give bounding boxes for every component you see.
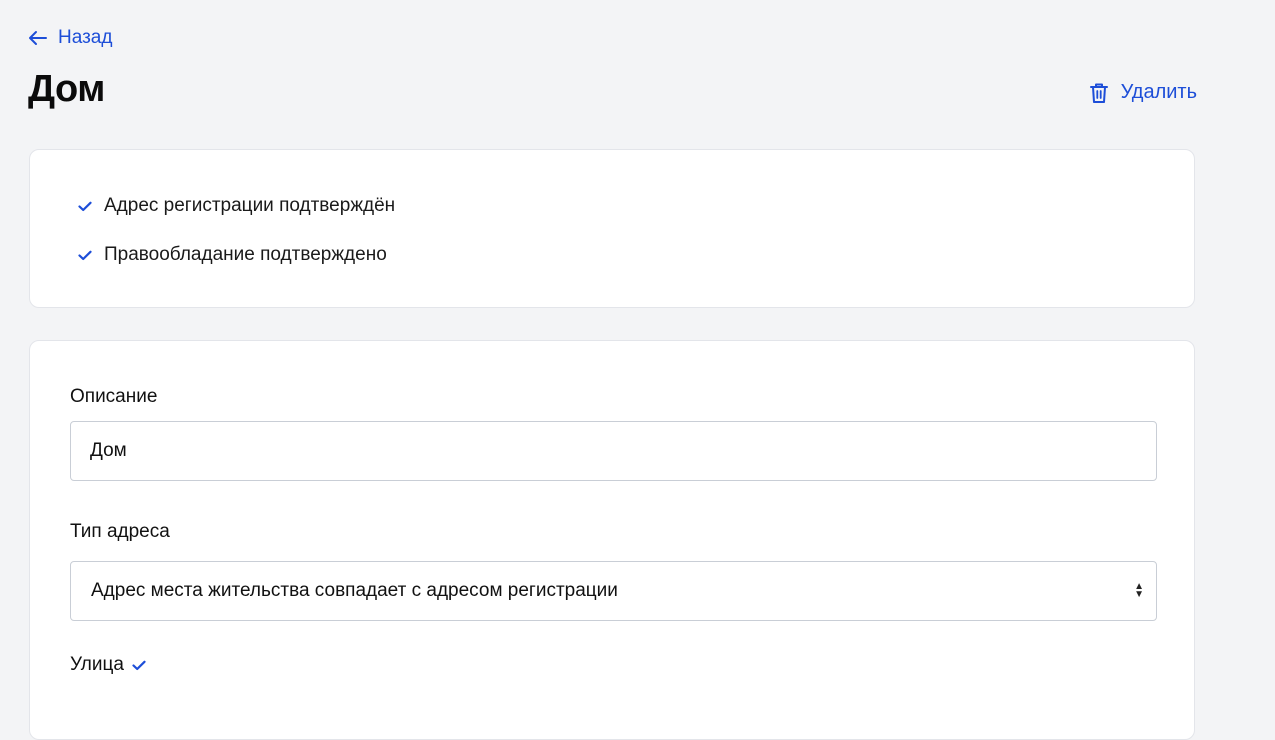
street-label: Улица — [70, 654, 124, 675]
address-type-label: Тип адреса — [70, 521, 170, 542]
address-type-select[interactable]: Адрес места жительства совпадает с адрес… — [70, 561, 1157, 621]
select-arrows-icon: ▲ ▼ — [1134, 581, 1144, 600]
check-icon — [78, 250, 92, 260]
back-link[interactable]: Назад — [28, 27, 112, 49]
check-icon — [78, 201, 92, 211]
address-type-value: Адрес места жительства совпадает с адрес… — [91, 580, 618, 601]
delete-button[interactable]: Удалить — [1089, 81, 1197, 104]
back-label: Назад — [58, 27, 113, 48]
delete-label: Удалить — [1120, 81, 1197, 103]
status-card: Адрес регистрации подтверждён Правооблад… — [29, 149, 1195, 308]
page-title: Дом — [28, 68, 105, 110]
check-icon — [132, 660, 146, 670]
status-label: Адрес регистрации подтверждён — [104, 195, 396, 216]
street-label-row: Улица — [70, 654, 146, 676]
arrow-left-icon — [29, 31, 47, 45]
status-item: Правообладание подтверждено — [78, 244, 387, 266]
description-label: Описание — [70, 386, 158, 407]
trash-icon — [1089, 83, 1108, 103]
description-input[interactable] — [70, 421, 1157, 481]
status-label: Правообладание подтверждено — [104, 244, 387, 265]
address-form-card: Описание Тип адреса Адрес места жительст… — [29, 340, 1195, 740]
status-item: Адрес регистрации подтверждён — [78, 195, 395, 217]
